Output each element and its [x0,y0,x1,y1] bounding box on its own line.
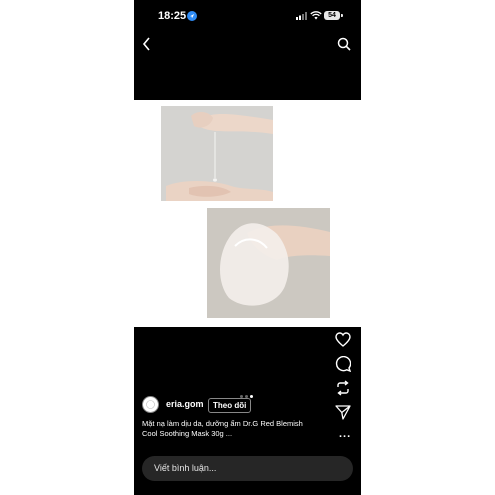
phone-screen: 18:25 54 ... eria.gom Theo dõi Mặt nạ là… [134,0,361,495]
repost-icon[interactable] [335,380,351,396]
product-photo-sheet-mask [207,208,330,318]
status-bar: 18:25 54 [134,0,361,30]
post-username[interactable]: eria.gom [166,399,204,409]
avatar[interactable] [142,396,159,413]
battery-icon: 54 [324,11,340,20]
battery-tip [341,14,343,17]
status-time: 18:25 [158,10,187,22]
post-media[interactable] [134,100,361,327]
carousel-dot-active [250,395,253,398]
send-icon[interactable] [335,405,351,420]
more-options-button[interactable]: ... [339,428,351,440]
wifi-icon [310,11,322,20]
comment-placeholder: Viết bình luận... [154,463,217,473]
caption-line: Mặt nạ làm dịu da, dưỡng ẩm Dr.G Red Ble… [142,419,303,428]
location-icon [187,11,197,21]
comment-input[interactable]: Viết bình luận... [142,456,353,481]
follow-button[interactable]: Theo dõi [208,398,252,413]
search-icon[interactable] [337,37,351,51]
post-caption[interactable]: Mặt nạ làm dịu da, dưỡng ẩm Dr.G Red Ble… [142,419,322,439]
signal-icon [296,12,307,20]
comment-icon[interactable] [335,356,351,372]
product-photo-serum-drip [161,106,273,201]
heart-icon[interactable] [335,332,351,347]
chevron-left-icon[interactable] [142,37,152,51]
caption-line: Cool Soothing Mask 30g ... [142,429,233,438]
